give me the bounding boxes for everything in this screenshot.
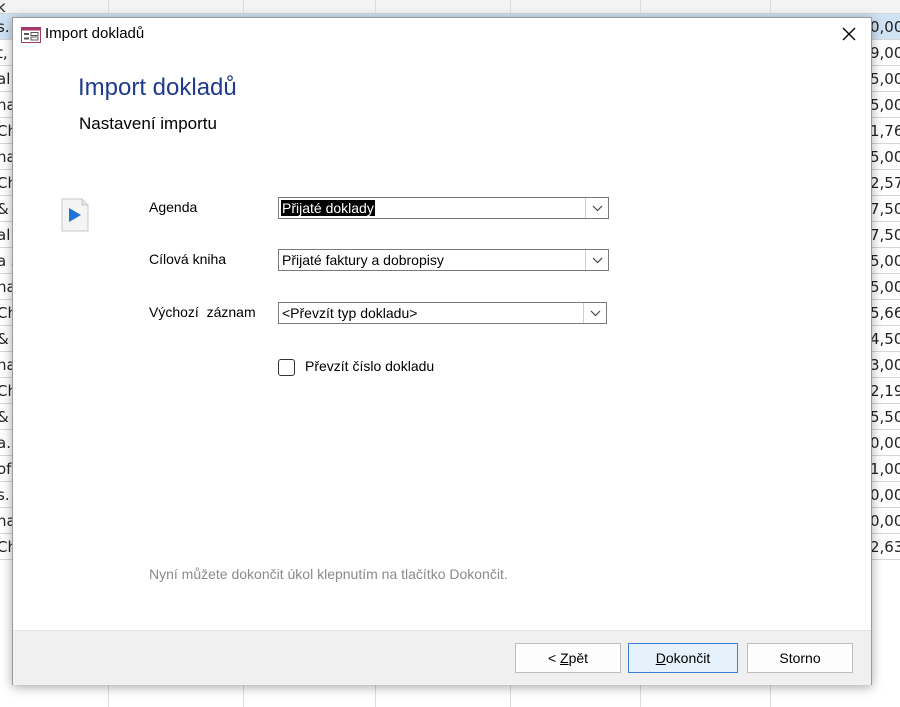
spreadsheet-cell: 1,00 — [870, 460, 900, 478]
finish-button-rest: okončit — [665, 650, 711, 666]
spreadsheet-cell: 0,00 — [870, 512, 900, 530]
back-button-prefix: < — [547, 650, 561, 666]
agenda-value: Přijaté doklady — [281, 200, 375, 216]
chevron-down-icon[interactable] — [585, 250, 608, 270]
cancel-button[interactable]: Storno — [747, 643, 853, 673]
spreadsheet-cell: 2,57 — [870, 174, 900, 192]
agenda-select[interactable]: Přijaté doklady — [278, 197, 609, 219]
default-record-value: <Převzít typ dokladu> — [282, 305, 418, 321]
default-record-select[interactable]: <Převzít typ dokladu> — [278, 302, 607, 324]
spreadsheet-cell: 5,00 — [870, 252, 900, 270]
page-title: Import dokladů — [78, 74, 237, 101]
spreadsheet-cell: k — [0, 0, 6, 14]
finish-hint: Nyní můžete dokončit úkol klepnutím na t… — [149, 566, 508, 582]
dialog-footer: < Zpět Dokončit Storno — [13, 630, 871, 685]
back-button[interactable]: < Zpět — [515, 643, 621, 673]
window-title: Import dokladů — [45, 25, 145, 42]
spreadsheet-cell: 5,66 — [870, 304, 900, 322]
spreadsheet-cell: 9,00 — [870, 44, 900, 62]
finish-button[interactable]: Dokončit — [628, 643, 738, 673]
target-book-select[interactable]: Přijaté faktury a dobropisy — [278, 249, 609, 271]
default-record-label: Výchozí záznam — [149, 304, 256, 320]
spreadsheet-cell: 2,63 — [870, 538, 900, 556]
target-book-label: Cílová kniha — [149, 251, 227, 267]
spreadsheet-cell: 5,00 — [870, 278, 900, 296]
chevron-down-icon[interactable] — [583, 303, 606, 323]
spreadsheet-cell: 5,00 — [870, 96, 900, 114]
form-icon — [21, 27, 41, 43]
spreadsheet-cell: 1,76 — [870, 122, 900, 140]
spreadsheet-cell: 0,00 — [870, 18, 900, 36]
import-dialog: Import dokladů Import dokladů Nastavení … — [12, 17, 872, 685]
finish-button-hotkey: D — [655, 650, 666, 666]
spreadsheet-cell: 4,50 — [870, 330, 900, 348]
target-book-value: Přijaté faktury a dobropisy — [282, 252, 444, 268]
take-number-checkbox[interactable] — [278, 359, 295, 376]
spreadsheet-cell: 0,00 — [870, 486, 900, 504]
spreadsheet-cell: 3,00 — [870, 356, 900, 374]
close-button[interactable] — [827, 18, 871, 52]
spreadsheet-cell: 7,50 — [870, 226, 900, 244]
spreadsheet-cell: 5,50 — [870, 408, 900, 426]
spreadsheet-cell: 0,00 — [870, 434, 900, 452]
chevron-down-icon[interactable] — [585, 198, 608, 218]
spreadsheet-cell: 5,00 — [870, 70, 900, 88]
dialog-titlebar: Import dokladů — [13, 18, 871, 52]
take-number-label[interactable]: Převzít číslo dokladu — [305, 358, 434, 374]
spreadsheet-cell: 7,50 — [870, 200, 900, 218]
back-button-hotkey: Z — [560, 650, 569, 666]
close-icon — [842, 26, 856, 45]
back-button-rest: pět — [568, 650, 589, 666]
spreadsheet-row: k — [0, 0, 900, 14]
play-arrow-icon — [61, 198, 89, 232]
spreadsheet-cell: 5,00 — [870, 148, 900, 166]
spreadsheet-cell: 2,19 — [870, 382, 900, 400]
agenda-label: Agenda — [149, 199, 198, 215]
page-subtitle: Nastavení importu — [79, 114, 217, 133]
